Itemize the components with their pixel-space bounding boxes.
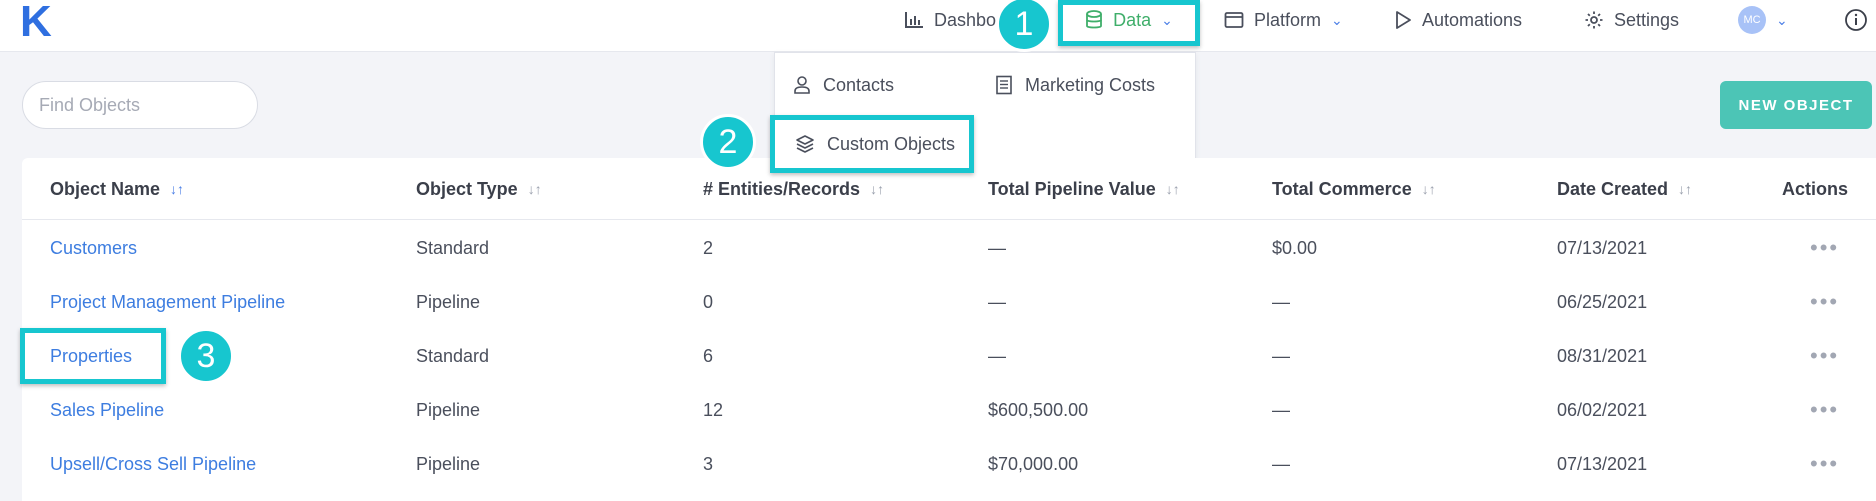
- sort-icon[interactable]: ↓↑: [1422, 181, 1436, 197]
- object-type-cell: Standard: [416, 345, 490, 366]
- object-name-link[interactable]: Customers: [50, 221, 137, 275]
- column-header-label: # Entities/Records: [703, 178, 861, 199]
- entities-cell: 2: [703, 237, 714, 258]
- commerce-cell: —: [1272, 453, 1290, 474]
- gear-icon: [1585, 11, 1603, 29]
- object-type-cell: Standard: [416, 237, 490, 258]
- nav-automations-label: Automations: [1422, 9, 1523, 30]
- person-icon: [794, 76, 810, 94]
- sort-icon[interactable]: ↓↑: [1166, 181, 1180, 197]
- chevron-down-icon: ⌄: [1331, 11, 1343, 28]
- entities-cell: 3: [703, 453, 714, 474]
- column-header-object-type[interactable]: Object Type ↓↑: [416, 158, 542, 220]
- date-created-cell: 07/13/2021: [1557, 453, 1648, 474]
- window-icon: [1224, 12, 1244, 28]
- table-row: Upsell/Cross Sell Pipeline Pipeline 3 $7…: [22, 437, 1876, 491]
- more-actions-icon[interactable]: •••: [1810, 329, 1839, 383]
- sort-icon[interactable]: ↓↑: [1678, 181, 1692, 197]
- chevron-down-icon: ⌄: [1161, 11, 1173, 28]
- find-objects-search[interactable]: [22, 81, 271, 129]
- pipeline-value-cell: —: [988, 237, 1006, 258]
- nav-platform[interactable]: Platform ⌄: [1224, 0, 1343, 40]
- sort-az-icon[interactable]: ↓↑: [170, 181, 184, 197]
- column-header-label: Object Type: [416, 178, 518, 199]
- database-icon: [1086, 10, 1103, 29]
- menu-item-contacts-label: Contacts: [823, 74, 895, 95]
- object-type-cell: Pipeline: [416, 399, 481, 420]
- column-header-total-commerce[interactable]: Total Commerce ↓↑: [1272, 158, 1436, 220]
- menu-item-marketing-costs[interactable]: Marketing Costs: [995, 69, 1155, 101]
- app-logo[interactable]: K: [20, 0, 52, 44]
- commerce-cell: —: [1272, 291, 1290, 312]
- nav-platform-label: Platform: [1254, 9, 1322, 30]
- step-badge-3: 3: [178, 328, 234, 384]
- sort-icon[interactable]: ↓↑: [870, 181, 884, 197]
- info-button[interactable]: [1844, 0, 1868, 40]
- pipeline-value-cell: —: [988, 291, 1006, 312]
- more-actions-icon[interactable]: •••: [1810, 221, 1839, 275]
- chevron-down-icon: ⌄: [1776, 11, 1788, 28]
- table-header: Object Name ↓↑ Object Type ↓↑ # Entities…: [22, 158, 1876, 220]
- object-name-link[interactable]: Project Management Pipeline: [50, 275, 285, 329]
- object-name-link[interactable]: Properties: [50, 329, 132, 383]
- object-name-link[interactable]: Sales Pipeline: [50, 383, 164, 437]
- entities-cell: 12: [703, 399, 724, 420]
- user-menu[interactable]: MC ⌄: [1738, 0, 1788, 40]
- receipt-icon: [996, 75, 1012, 95]
- more-actions-icon[interactable]: •••: [1810, 275, 1839, 329]
- step-badge-2: 2: [700, 114, 756, 170]
- more-actions-icon[interactable]: •••: [1810, 437, 1839, 491]
- date-created-cell: 08/31/2021: [1557, 345, 1648, 366]
- column-header-label: Total Pipeline Value: [988, 178, 1156, 199]
- column-header-date-created[interactable]: Date Created ↓↑: [1557, 158, 1692, 220]
- nav-automations[interactable]: Automations: [1394, 0, 1522, 40]
- date-created-cell: 06/25/2021: [1557, 291, 1648, 312]
- layers-icon: [796, 135, 814, 153]
- column-header-label: Actions: [1782, 178, 1849, 199]
- date-created-cell: 07/13/2021: [1557, 237, 1648, 258]
- menu-item-custom-objects-label: Custom Objects: [827, 133, 956, 154]
- commerce-cell: —: [1272, 399, 1290, 420]
- bar-chart-icon: [905, 12, 923, 28]
- column-header-label: Date Created: [1557, 178, 1669, 199]
- search-input[interactable]: [39, 94, 271, 116]
- column-header-object-name[interactable]: Object Name ↓↑: [50, 158, 184, 220]
- avatar: MC: [1738, 6, 1766, 34]
- entities-cell: 6: [703, 345, 714, 366]
- pipeline-value-cell: $600,500.00: [988, 399, 1089, 420]
- nav-settings[interactable]: Settings: [1584, 0, 1679, 40]
- play-icon: [1396, 11, 1411, 29]
- nav-data[interactable]: Data ⌄: [1060, 0, 1198, 40]
- nav-data-label: Data: [1113, 9, 1152, 30]
- menu-item-marketing-costs-label: Marketing Costs: [1025, 74, 1156, 95]
- objects-table: Object Name ↓↑ Object Type ↓↑ # Entities…: [22, 158, 1876, 501]
- nav-settings-label: Settings: [1614, 9, 1680, 30]
- info-icon: [1845, 9, 1867, 31]
- column-header-label: Total Commerce: [1272, 178, 1412, 199]
- sort-icon[interactable]: ↓↑: [528, 181, 542, 197]
- nav-dashboard-label: Dashbo: [934, 9, 997, 30]
- top-nav: K Dashbo Data ⌄ Platform ⌄ Automations S…: [0, 0, 1876, 52]
- pipeline-value-cell: —: [988, 345, 1006, 366]
- commerce-cell: $0.00: [1272, 237, 1318, 258]
- pipeline-value-cell: $70,000.00: [988, 453, 1079, 474]
- menu-item-contacts[interactable]: Contacts: [793, 69, 894, 101]
- date-created-cell: 06/02/2021: [1557, 399, 1648, 420]
- commerce-cell: —: [1272, 345, 1290, 366]
- table-row: Properties Standard 6 — — 08/31/2021 •••: [22, 329, 1876, 383]
- entities-cell: 0: [703, 291, 714, 312]
- object-name-link[interactable]: Upsell/Cross Sell Pipeline: [50, 437, 256, 491]
- more-actions-icon[interactable]: •••: [1810, 383, 1839, 437]
- column-header-total-pipeline-value[interactable]: Total Pipeline Value ↓↑: [988, 158, 1180, 220]
- table-row: Project Management Pipeline Pipeline 0 —…: [22, 275, 1876, 329]
- table-row: Customers Standard 2 — $0.00 07/13/2021 …: [22, 221, 1876, 275]
- object-type-cell: Pipeline: [416, 453, 481, 474]
- column-header-actions: Actions: [1782, 158, 1848, 220]
- object-type-cell: Pipeline: [416, 291, 481, 312]
- menu-item-custom-objects[interactable]: Custom Objects: [795, 128, 955, 160]
- column-header-label: Object Name: [50, 178, 161, 199]
- table-row: Sales Pipeline Pipeline 12 $600,500.00 —…: [22, 383, 1876, 437]
- nav-dashboard[interactable]: Dashbo: [904, 0, 996, 40]
- new-object-button[interactable]: NEW OBJECT: [1720, 81, 1872, 129]
